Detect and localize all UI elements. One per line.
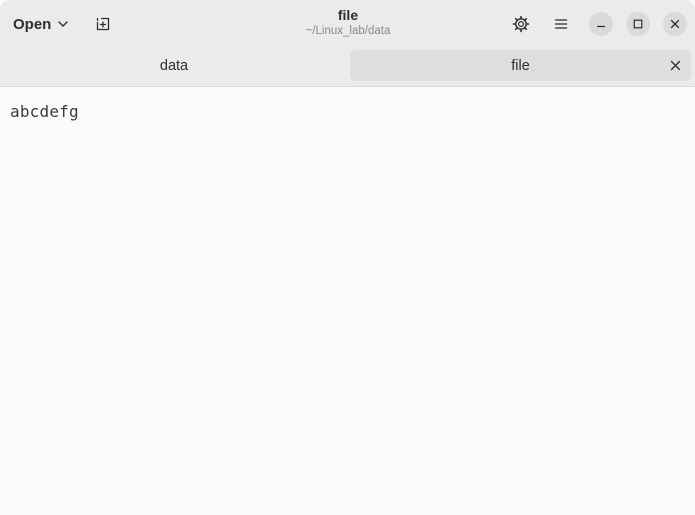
- open-button[interactable]: Open: [6, 9, 77, 39]
- new-tab-button[interactable]: [88, 9, 118, 39]
- open-button-label: Open: [13, 15, 52, 33]
- window-title: file ~/Linux_lab/data: [248, 7, 448, 39]
- chevron-down-icon: [57, 18, 69, 30]
- settings-button[interactable]: [506, 9, 536, 39]
- tab-file[interactable]: file: [350, 50, 691, 81]
- hamburger-menu-icon: [554, 17, 568, 31]
- text-editor-window: Open file ~/Linux_lab/data data file abc…: [0, 0, 695, 515]
- maximize-button[interactable]: [626, 12, 650, 36]
- close-tab-icon[interactable]: [668, 58, 683, 73]
- text-editor-area[interactable]: abcdefg: [0, 87, 695, 515]
- minimize-button[interactable]: [589, 12, 613, 36]
- close-window-button[interactable]: [663, 12, 687, 36]
- close-icon: [670, 19, 680, 29]
- document-title: file: [337, 7, 359, 23]
- headerbar: Open file ~/Linux_lab/data: [0, 0, 695, 48]
- maximize-icon: [633, 19, 643, 29]
- gear-icon: [512, 15, 530, 33]
- tab-bar: data file: [0, 48, 695, 87]
- new-tab-icon: [95, 16, 111, 32]
- editor-line[interactable]: abcdefg: [10, 102, 79, 121]
- tab-label: file: [511, 57, 530, 74]
- minimize-icon: [596, 19, 606, 29]
- tab-label: data: [159, 57, 189, 74]
- main-menu-button[interactable]: [546, 9, 576, 39]
- document-path: ~/Linux_lab/data: [305, 25, 391, 37]
- tab-data[interactable]: data: [4, 50, 344, 81]
